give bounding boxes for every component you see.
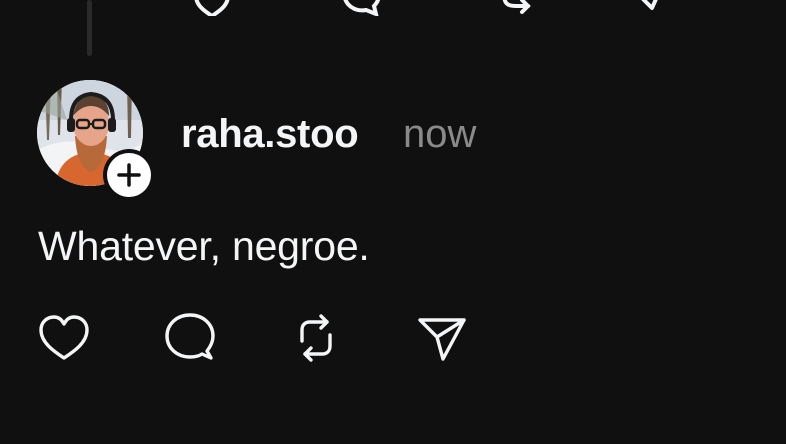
share-button[interactable] bbox=[410, 306, 474, 370]
heart-icon bbox=[39, 315, 89, 360]
follow-button[interactable] bbox=[103, 149, 155, 201]
repost-button[interactable] bbox=[284, 306, 348, 370]
post-timestamp: now bbox=[403, 112, 477, 156]
follow-button-inner bbox=[107, 153, 151, 197]
post-actions bbox=[30, 306, 490, 370]
heart-icon bbox=[194, 0, 230, 19]
previous-comment-button[interactable] bbox=[340, 0, 384, 18]
repost-icon bbox=[300, 314, 332, 362]
repost-icon bbox=[502, 0, 531, 14]
previous-repost-button[interactable] bbox=[498, 0, 542, 16]
send-icon bbox=[641, 0, 658, 10]
comment-button[interactable] bbox=[158, 306, 222, 370]
previous-share-button[interactable] bbox=[630, 0, 674, 16]
post-username[interactable]: raha.stoo bbox=[181, 110, 359, 158]
thread-connector-line bbox=[87, 0, 92, 56]
plus-icon bbox=[117, 163, 141, 187]
post-text: Whatever, negroe. bbox=[38, 223, 370, 269]
send-icon bbox=[418, 318, 466, 361]
comment-icon bbox=[165, 313, 215, 360]
previous-post-actions bbox=[180, 0, 700, 19]
previous-like-button[interactable] bbox=[190, 0, 234, 19]
comment-icon bbox=[343, 0, 381, 18]
avatar[interactable] bbox=[37, 80, 155, 201]
like-button[interactable] bbox=[32, 306, 96, 370]
